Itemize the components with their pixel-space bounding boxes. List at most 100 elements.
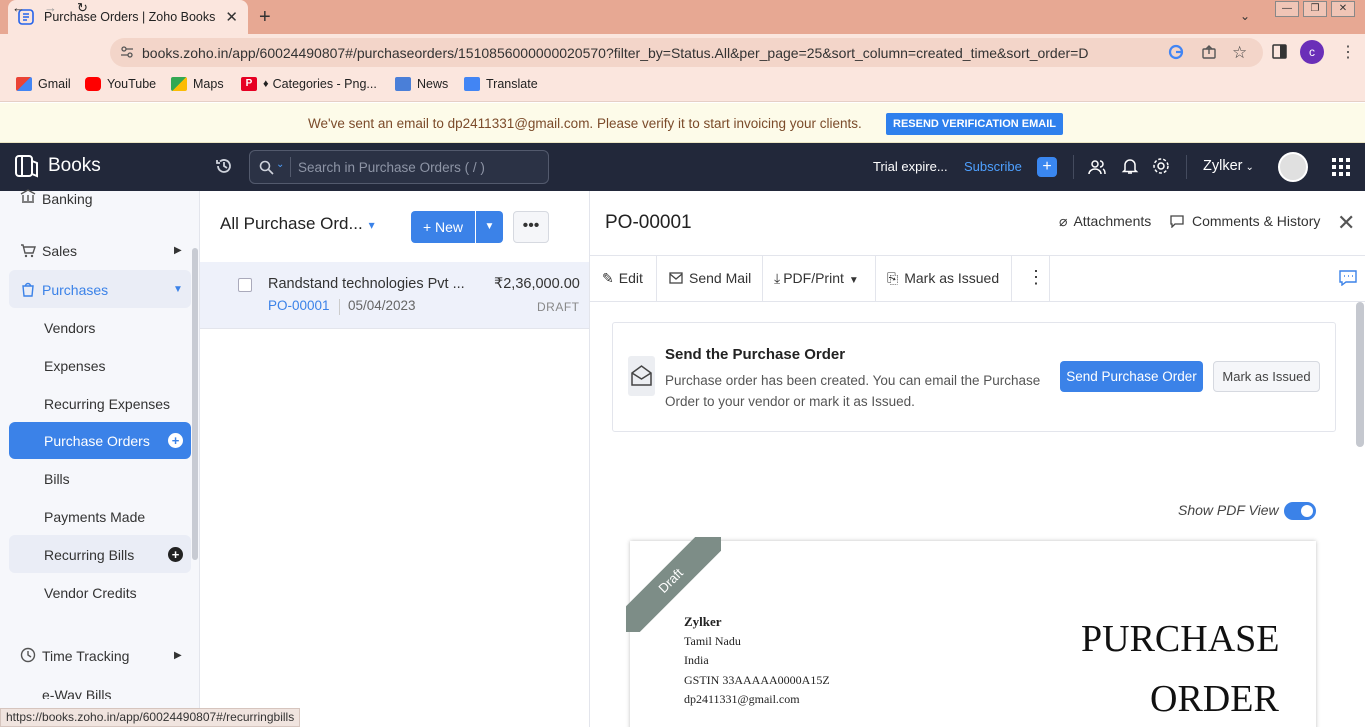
more-actions-icon[interactable]: ⋮ [1027, 267, 1045, 288]
app-grid-icon[interactable] [1332, 158, 1350, 176]
close-detail-icon[interactable]: ✕ [1337, 210, 1355, 236]
bookmark-maps[interactable]: Maps [171, 77, 224, 91]
sidebar-item-vendors[interactable]: Vendors [44, 320, 95, 336]
sidebar-item-vendor-credits[interactable]: Vendor Credits [44, 585, 137, 601]
url-text[interactable]: books.zoho.in/app/60024490807#/purchaseo… [142, 45, 1088, 61]
restore-icon[interactable]: ❐ [1303, 1, 1327, 17]
sales-expand-arrow-icon[interactable]: ▶ [174, 245, 182, 256]
list-item[interactable] [200, 262, 589, 329]
tab-title: Purchase Orders | Zoho Books [44, 10, 216, 24]
sidebar-item-sales[interactable]: Sales [42, 243, 77, 259]
attachments-button[interactable]: ⌀ Attachments [1059, 213, 1151, 230]
pdf-view-toggle[interactable] [1284, 502, 1316, 520]
maps-icon [171, 77, 187, 91]
organization-switcher[interactable]: Zylker ⌄ [1203, 158, 1254, 174]
po-number[interactable]: PO-00001 [268, 298, 330, 313]
purchases-bag-icon [20, 281, 36, 297]
share-icon[interactable] [1201, 44, 1217, 60]
notifications-bell-icon[interactable] [1121, 157, 1139, 175]
subscribe-link[interactable]: Subscribe [964, 159, 1022, 174]
books-logo-icon [14, 153, 40, 179]
sidebar-item-time-tracking[interactable]: Time Tracking [42, 648, 129, 664]
sidebar-recurring-bills-label: Recurring Bills [44, 547, 135, 563]
chat-icon[interactable] [1339, 270, 1357, 286]
sidebar-item-bills[interactable]: Bills [44, 471, 70, 487]
add-purchase-order-icon[interactable]: + [168, 433, 183, 448]
paperclip-icon: ⌀ [1059, 213, 1068, 229]
books-logo[interactable]: Books [14, 153, 101, 179]
mark-as-issued-button[interactable]: ⎘ Mark as Issued [887, 270, 999, 287]
profile-avatar[interactable]: c [1300, 40, 1324, 64]
google-icon[interactable] [1168, 44, 1184, 60]
users-icon[interactable] [1088, 158, 1106, 176]
edit-button[interactable]: ✎ Edit [602, 270, 643, 287]
pdf-chevron-down-icon: ▼ [848, 275, 859, 286]
quick-create-plus-icon[interactable]: + [1037, 157, 1057, 177]
comments-history-button[interactable]: Comments & History [1170, 213, 1320, 229]
sidebar-item-banking[interactable]: Banking [42, 191, 93, 207]
new-tab-icon[interactable]: + [259, 6, 271, 29]
bookmark-categories[interactable]: P ♦ Categories - Png... [241, 77, 377, 91]
pdf-icon: ⤓ [774, 270, 781, 286]
translate-icon [464, 77, 480, 91]
envelope-icon [628, 356, 655, 396]
resend-verification-button[interactable]: RESEND VERIFICATION EMAIL [886, 113, 1063, 135]
pdf-print-button[interactable]: ⤓ PDF/Print ▼ [774, 270, 859, 287]
time-tracking-expand-arrow-icon[interactable]: ▶ [174, 650, 182, 661]
add-recurring-bill-icon[interactable]: + [168, 547, 183, 562]
search-box[interactable]: ⌄ Search in Purchase Orders ( / ) [249, 150, 549, 184]
send-purchase-order-button[interactable]: Send Purchase Order [1060, 361, 1203, 392]
sidebar-scrollbar[interactable] [192, 248, 198, 560]
sidebar-item-recurring-expenses[interactable]: Recurring Expenses [44, 396, 170, 412]
recent-activity-icon[interactable] [215, 157, 233, 175]
sidebar-item-payments-made[interactable]: Payments Made [44, 509, 145, 525]
send-mail-button[interactable]: Send Mail [669, 270, 751, 286]
sidebar-item-eway-bills[interactable]: e-Way Bills [42, 687, 112, 699]
site-info-icon[interactable] [120, 45, 134, 59]
purchases-collapse-arrow-icon[interactable]: ▼ [173, 284, 183, 295]
bookmark-youtube[interactable]: YouTube [85, 77, 156, 91]
window-close-icon[interactable]: ✕ [1331, 1, 1355, 17]
forward-icon[interactable]: → [44, 0, 57, 15]
settings-gear-icon[interactable] [1152, 157, 1170, 175]
tab-search-chevron-icon[interactable]: ⌄ [1240, 9, 1250, 23]
comment-icon [1170, 215, 1184, 228]
side-panel-icon[interactable] [1272, 44, 1287, 59]
more-options-button[interactable]: ••• [513, 211, 549, 243]
card-mark-as-issued-button[interactable]: Mark as Issued [1213, 361, 1320, 392]
bank-icon [20, 189, 36, 203]
browser-menu-icon[interactable]: ⋮ [1340, 42, 1356, 62]
bookmark-translate[interactable]: Translate [464, 77, 538, 91]
tab-close-icon[interactable]: ✕ [225, 8, 238, 26]
bookmark-star-icon[interactable]: ☆ [1232, 43, 1247, 63]
sidebar-purchases-label: Purchases [42, 282, 109, 298]
vendor-name[interactable]: Randstand technologies Pvt ... [268, 276, 465, 292]
minimize-icon[interactable]: — [1275, 1, 1299, 17]
company-email: dp2411331@gmail.com [684, 692, 800, 706]
po-date: 05/04/2023 [348, 298, 416, 313]
company-country: India [684, 653, 709, 667]
status-badge: DRAFT [537, 300, 580, 314]
bookmark-gmail[interactable]: Gmail [16, 77, 71, 91]
bookmark-news[interactable]: News [395, 77, 448, 91]
sidebar-purchase-orders-label: Purchase Orders [44, 433, 150, 449]
list-view-selector[interactable]: All Purchase Ord... ▾ [220, 214, 375, 234]
new-button[interactable]: + New [411, 211, 475, 243]
issue-icon: ⎘ [887, 270, 899, 286]
detail-scrollbar[interactable] [1356, 302, 1364, 447]
company-gstin: GSTIN 33AAAAA0000A15Z [684, 672, 830, 687]
trial-status[interactable]: Trial expire... [873, 159, 948, 174]
gmail-icon [16, 77, 32, 91]
sidebar-item-expenses[interactable]: Expenses [44, 358, 105, 374]
window-controls: — ❐ ✕ [1271, 0, 1355, 18]
back-icon[interactable]: ← [12, 0, 25, 15]
org-chevron-down-icon: ⌄ [1245, 162, 1254, 173]
mail-icon [669, 272, 683, 284]
reload-icon[interactable]: ↻ [77, 0, 88, 16]
search-input[interactable]: Search in Purchase Orders ( / ) [298, 160, 485, 175]
new-dropdown-chevron-icon[interactable]: ▼ [476, 211, 503, 243]
search-scope-chevron-icon[interactable]: ⌄ [276, 159, 284, 170]
row-checkbox[interactable] [238, 278, 252, 292]
pinterest-p-icon: P [241, 77, 257, 91]
user-avatar[interactable] [1278, 152, 1308, 182]
